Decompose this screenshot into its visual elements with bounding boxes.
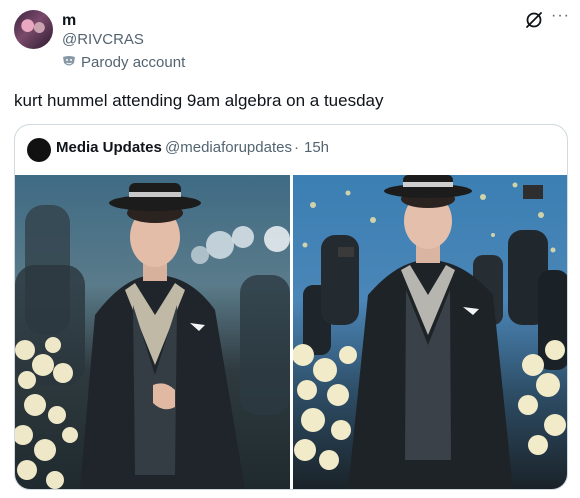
quoted-author-avatar[interactable] (27, 138, 51, 162)
quoted-author-handle[interactable]: @mediaforupdates (165, 139, 292, 156)
more-options-icon[interactable]: ··· (551, 8, 570, 24)
quoted-photo-2[interactable] (293, 175, 567, 489)
grok-icon[interactable] (524, 10, 544, 30)
author-display-name[interactable]: m (62, 12, 76, 30)
separator-dot: · (294, 139, 299, 156)
author-handle[interactable]: @RIVCRAS (62, 31, 144, 48)
author-avatar[interactable] (14, 10, 53, 49)
quoted-author-name[interactable]: Media Updates (56, 139, 162, 156)
quoted-tweet-time[interactable]: 15h (304, 139, 329, 156)
quoted-tweet-card[interactable]: Media Updates @mediaforupdates · 15h (14, 124, 568, 490)
parody-mask-icon (63, 56, 75, 66)
parody-badge-label: Parody account (81, 54, 186, 71)
tweet-text: kurt hummel attending 9am algebra on a t… (14, 91, 384, 110)
quoted-photo-1[interactable] (15, 175, 290, 489)
